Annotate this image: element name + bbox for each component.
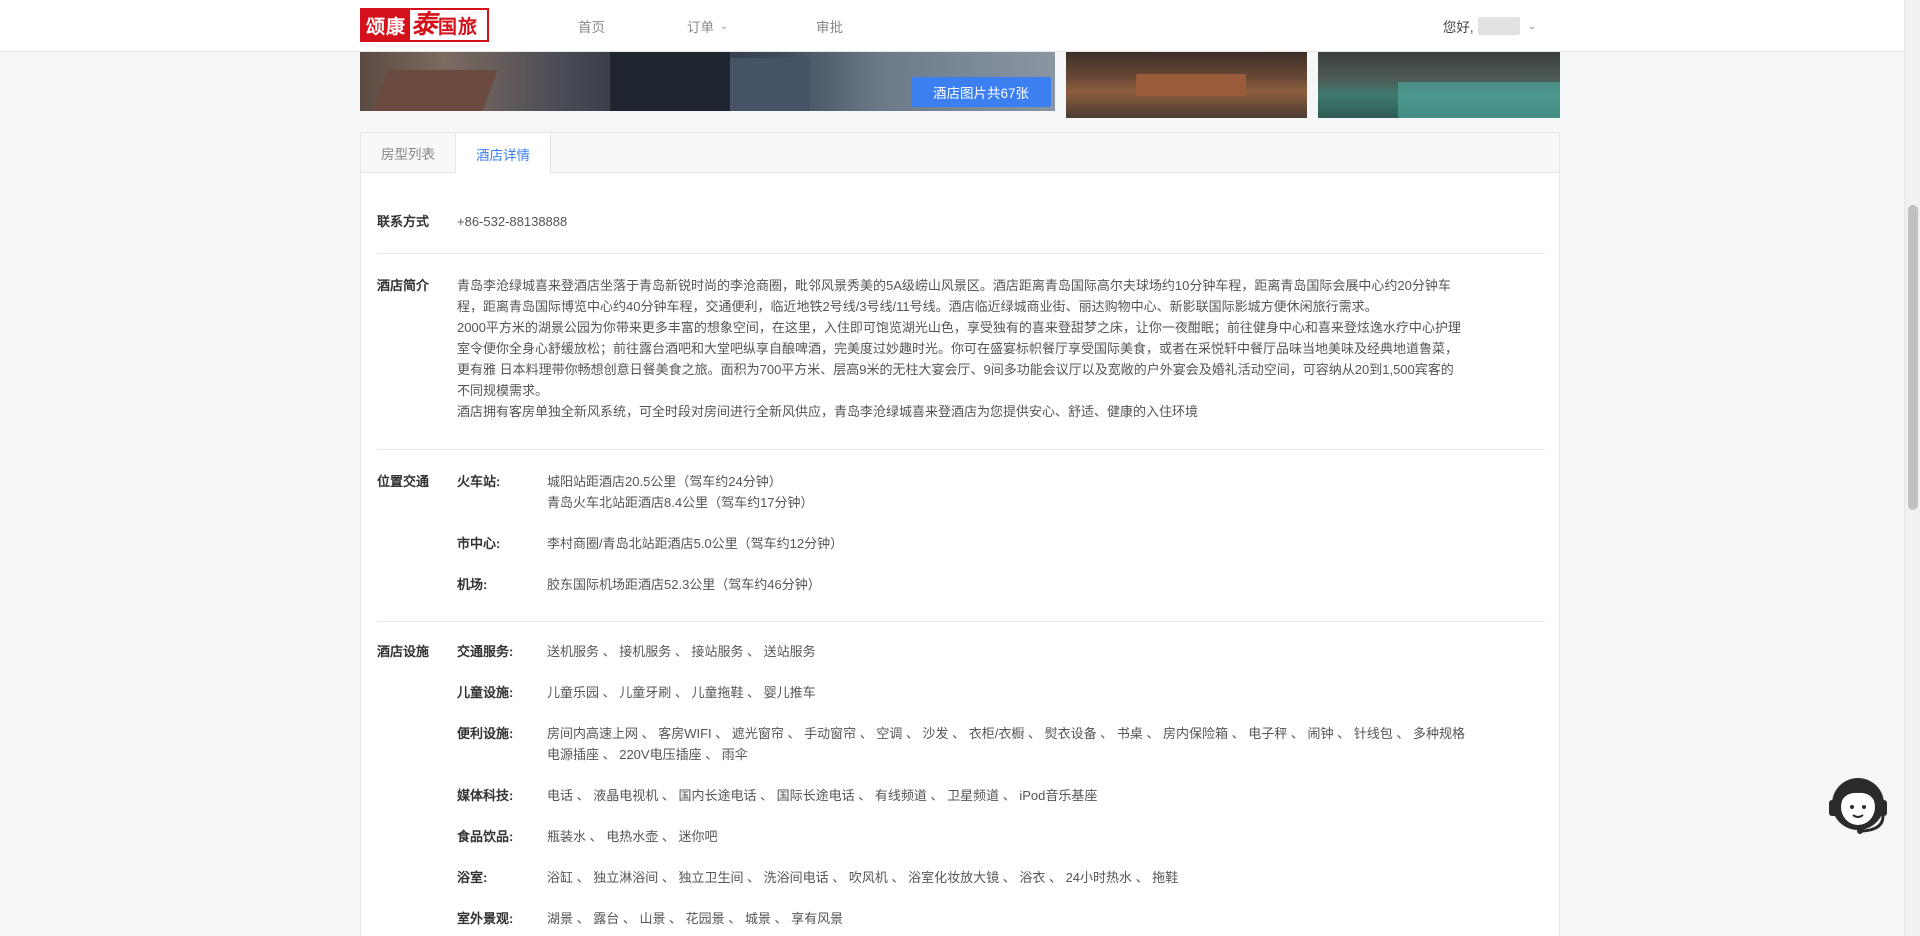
user-name-redacted <box>1477 17 1520 35</box>
detail-tabs: 房型列表 酒店详情 <box>361 133 1559 174</box>
customer-service-button[interactable] <box>1826 774 1890 840</box>
facility-value: 电话 、 液晶电视机 、 国内长途电话 、 国际长途电话 、 有线频道 、 卫星… <box>547 785 1545 806</box>
nav-orders[interactable]: 订单 ⌄ <box>687 0 728 52</box>
section-divider <box>377 449 1545 450</box>
facility-key: 浴室: <box>457 870 488 885</box>
facility-line: 儿童乐园 、 儿童牙刷 、 儿童拖鞋 、 婴儿推车 <box>547 685 816 700</box>
location-value: 城阳站距酒店20.5公里（驾车约24分钟） 青岛火车北站距酒店8.4公里（驾车约… <box>547 471 1545 513</box>
facility-value: 送机服务 、 接机服务 、 接站服务 、 送站服务 <box>547 641 1545 662</box>
facility-value: 瓶装水 、 电热水壶 、 迷你吧 <box>547 826 1545 847</box>
facilities-label: 酒店设施 <box>377 644 430 659</box>
facility-value: 浴缸 、 独立淋浴间 、 独立卫生间 、 洗浴间电话 、 吹风机 、 浴室化妆放… <box>547 867 1545 888</box>
facility-value: 湖景 、 露台 、 山景 、 花园景 、 城景 、 享有风景 <box>547 908 1545 929</box>
photo-building-shape <box>610 52 730 111</box>
tab-room-list[interactable]: 房型列表 <box>361 133 456 173</box>
facility-value: 房间内高速上网 、 客房WIFI 、 遮光窗帘 、 手动窗帘 、 空调 、 沙发… <box>547 723 1545 765</box>
view-all-photos-button[interactable]: 酒店图片共67张 <box>911 77 1051 107</box>
top-header: 颂康 泰 国旅 首页 订单 ⌄ 审批 您好, ⌄ <box>0 0 1904 52</box>
location-key: 机场: <box>457 577 488 592</box>
intro-line: 室令便你全身心舒缓放松；前往露台酒吧和大堂吧纵享自酿啤酒，完美度过妙趣时光。你可… <box>457 341 1459 356</box>
logo-mark: 泰 <box>411 8 438 39</box>
intro-line: 更有雅 日本料理带你畅想创意日餐美食之旅。面积为700平方米、层高9米的无柱大宴… <box>457 362 1454 377</box>
location-line: 城阳站距酒店20.5公里（驾车约24分钟） <box>547 474 782 489</box>
photo-roof-shape <box>372 70 498 111</box>
location-line: 青岛火车北站距酒店8.4公里（驾车约17分钟） <box>547 495 814 510</box>
intro-line: 青岛李沧绿城喜来登酒店坐落于青岛新锐时尚的李沧商圈，毗邻风景秀美的5A级崂山风景… <box>457 278 1451 293</box>
section-divider <box>377 253 1545 254</box>
intro-label: 酒店简介 <box>377 278 430 293</box>
hotel-photo-main[interactable]: 酒店图片共67张 <box>360 52 1055 111</box>
facility-value: 儿童乐园 、 儿童牙刷 、 儿童拖鞋 、 婴儿推车 <box>547 682 1545 703</box>
hotel-detail-card: 房型列表 酒店详情 联系方式 +86-532-88138888 酒店简介 青岛李… <box>360 132 1560 936</box>
chevron-down-icon: ⌄ <box>1527 20 1536 32</box>
intro-section: 酒店简介 青岛李沧绿城喜来登酒店坐落于青岛新锐时尚的李沧商圈，毗邻风景秀美的5A… <box>377 275 1545 425</box>
location-label: 位置交通 <box>377 474 430 489</box>
location-key: 市中心: <box>457 536 501 551</box>
photo-pool-shape <box>1398 82 1560 118</box>
contact-section: 联系方式 +86-532-88138888 <box>377 211 1545 235</box>
facility-line: 浴缸 、 独立淋浴间 、 独立卫生间 、 洗浴间电话 、 吹风机 、 浴室化妆放… <box>547 870 1179 885</box>
intro-text: 青岛李沧绿城喜来登酒店坐落于青岛新锐时尚的李沧商圈，毗邻风景秀美的5A级崂山风景… <box>457 275 1545 422</box>
nav-approve[interactable]: 审批 <box>816 0 843 52</box>
tab-hotel-detail[interactable]: 酒店详情 <box>456 133 551 174</box>
nav-approve-label: 审批 <box>816 20 843 35</box>
nav-home-label: 首页 <box>578 20 605 35</box>
greeting-text: 您好, <box>1442 20 1474 35</box>
facility-line: 房间内高速上网 、 客房WIFI 、 遮光窗帘 、 手动窗帘 、 空调 、 沙发… <box>547 726 1465 741</box>
location-key: 火车站: <box>457 474 501 489</box>
section-divider <box>377 621 1545 622</box>
nav-orders-label: 订单 <box>687 20 714 35</box>
contact-phone: +86-532-88138888 <box>457 214 568 229</box>
location-section: 位置交通 火车站: 城阳站距酒店20.5公里（驾车约24分钟） 青岛火车北站距酒… <box>377 471 1545 601</box>
page-scrollbar[interactable] <box>1904 0 1920 936</box>
facility-line: 送机服务 、 接机服务 、 接站服务 、 送站服务 <box>547 644 816 659</box>
facility-line: 电源插座 、 220V电压插座 、 雨伞 <box>547 747 748 762</box>
photo-table-shape <box>1136 74 1246 96</box>
intro-line: 不同规模需求。 <box>457 383 549 398</box>
facility-key: 媒体科技: <box>457 788 514 803</box>
hotel-photo-restaurant[interactable] <box>1066 52 1307 118</box>
hotel-photo-pool[interactable] <box>1318 52 1560 118</box>
intro-line: 2000平方米的湖景公园为你带来更多丰富的想象空间，在这里，入住即可饱览湖光山色… <box>457 320 1461 335</box>
location-line: 胶东国际机场距酒店52.3公里（驾车约46分钟） <box>547 577 821 592</box>
logo-text-1: 颂康 <box>362 10 411 40</box>
headset-agent-icon <box>1829 778 1887 834</box>
intro-line: 酒店拥有客房单独全新风系统，可全时段对房间进行全新风供应，青岛李沧绿城喜来登酒店… <box>457 404 1199 419</box>
brand-logo[interactable]: 颂康 泰 国旅 <box>360 8 489 42</box>
hotel-photo-strip: 酒店图片共67张 <box>360 52 1560 118</box>
facility-key: 儿童设施: <box>457 685 514 700</box>
logo-text-2: 国旅 <box>438 16 479 38</box>
facility-line: 湖景 、 露台 、 山景 、 花园景 、 城景 、 享有风景 <box>547 911 844 926</box>
facility-line: 瓶装水 、 电热水壶 、 迷你吧 <box>547 829 718 844</box>
photo-building-shape <box>730 58 810 111</box>
user-menu[interactable]: 您好, ⌄ <box>1443 0 1536 52</box>
facility-key: 交通服务: <box>457 644 514 659</box>
location-line: 李村商圈/青岛北站距酒店5.0公里（驾车约12分钟） <box>547 536 844 551</box>
facility-key: 食品饮品: <box>457 829 514 844</box>
nav-home[interactable]: 首页 <box>578 0 605 52</box>
facility-key: 便利设施: <box>457 726 514 741</box>
facility-line: 电话 、 液晶电视机 、 国内长途电话 、 国际长途电话 、 有线频道 、 卫星… <box>547 788 1098 803</box>
location-value: 胶东国际机场距酒店52.3公里（驾车约46分钟） <box>547 574 1545 595</box>
facilities-section: 酒店设施 交通服务: 送机服务 、 接机服务 、 接站服务 、 送站服务 儿童设… <box>377 641 1545 936</box>
scrollbar-thumb[interactable] <box>1908 205 1918 510</box>
intro-line: 程，距离青岛国际博览中心约40分钟车程，交通便利，临近地铁2号线/3号线/11号… <box>457 299 1378 314</box>
contact-label: 联系方式 <box>377 214 430 229</box>
facility-key: 室外景观: <box>457 911 514 926</box>
location-value: 李村商圈/青岛北站距酒店5.0公里（驾车约12分钟） <box>547 533 1545 554</box>
chevron-down-icon: ⌄ <box>720 20 729 32</box>
